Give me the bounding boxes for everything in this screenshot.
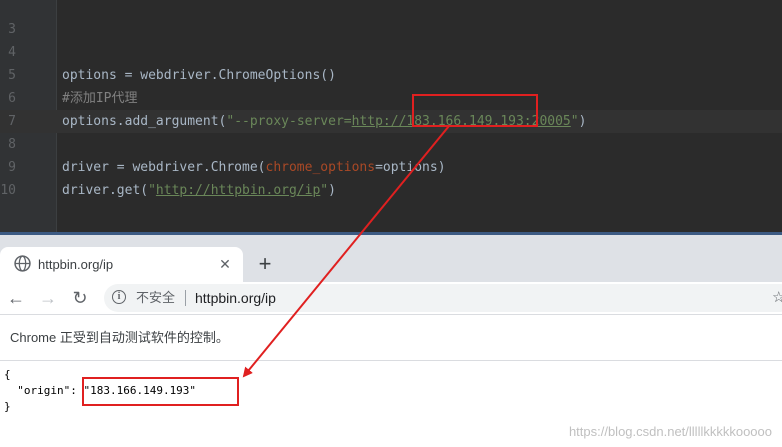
tab-title: httpbin.org/ip	[38, 257, 114, 272]
code-line[interactable]: 5 options = webdriver.ChromeOptions()	[0, 64, 782, 87]
forward-arrow-icon[interactable]: →	[36, 286, 60, 310]
code-line[interactable]: 4	[0, 41, 782, 64]
code-token: options.add_argument(	[62, 114, 227, 129]
code-text: driver = webdriver.Chrome(chrome_options…	[62, 156, 446, 179]
omnibox-divider	[185, 290, 186, 306]
line-number: 6	[8, 91, 16, 106]
code-text: #添加IP代理	[62, 87, 137, 110]
code-token: http://183.166.149.193:20005	[351, 114, 571, 129]
browser-window: httpbin.org/ip ✕ + ← → ↻ i 不安全 httpbin.o…	[0, 235, 782, 447]
code-text: options = webdriver.ChromeOptions()	[62, 64, 336, 87]
json-line: {	[4, 368, 11, 381]
code-token: )	[578, 114, 587, 129]
code-token: )	[328, 183, 336, 198]
close-tab-icon[interactable]: ✕	[216, 255, 234, 273]
code-token: =options)	[375, 160, 446, 175]
code-line[interactable]: 10 driver.get("http://httpbin.org/ip")	[0, 179, 782, 202]
line-number: 7	[8, 114, 16, 129]
automation-infobar: Chrome 正受到自动测试软件的控制。	[0, 315, 782, 361]
globe-icon	[14, 255, 31, 272]
address-bar[interactable]: i 不安全 httpbin.org/ip ☆	[104, 284, 782, 312]
code-line[interactable]: 6 #添加IP代理	[0, 87, 782, 110]
json-line: }	[4, 400, 11, 413]
info-icon[interactable]: i	[112, 290, 126, 304]
code-token: "	[320, 183, 329, 198]
code-editor[interactable]: 3 4 5 options = webdriver.ChromeOptions() 6 #…	[0, 0, 782, 235]
code-line[interactable]: 9 driver = webdriver.Chrome(chrome_option…	[0, 156, 782, 179]
line-number: 10	[0, 183, 16, 198]
infobar-message: Chrome 正受到自动测试软件的控制。	[10, 330, 229, 345]
reload-icon[interactable]: ↻	[68, 286, 92, 310]
code-line[interactable]: 8	[0, 133, 782, 156]
back-arrow-icon[interactable]: ←	[4, 286, 28, 310]
code-token: "--proxy-server=	[226, 114, 352, 129]
code-text: driver.get("http://httpbin.org/ip")	[62, 179, 336, 202]
url-text[interactable]: httpbin.org/ip	[195, 284, 276, 312]
code-line[interactable]: 3	[0, 18, 782, 41]
json-line: "origin": "183.166.149.193"	[4, 384, 197, 397]
line-number: 3	[8, 22, 16, 37]
line-number: 9	[8, 160, 16, 175]
browser-toolbar: ← → ↻ i 不安全 httpbin.org/ip ☆	[0, 282, 782, 315]
new-tab-button[interactable]: +	[254, 253, 276, 275]
line-number: 5	[8, 68, 16, 83]
code-token: http://httpbin.org/ip	[155, 183, 321, 198]
bookmark-star-icon[interactable]: ☆	[772, 284, 782, 312]
tab-strip: httpbin.org/ip ✕ +	[0, 235, 782, 282]
tab-httpbin[interactable]: httpbin.org/ip ✕	[0, 247, 243, 282]
watermark: https://blog.csdn.net/lllllkkkkkooooo	[568, 424, 772, 439]
code-token: driver.get(	[62, 183, 149, 198]
code-token: chrome_options	[265, 160, 376, 175]
line-number: 4	[8, 45, 16, 60]
json-response: { "origin": "183.166.149.193" }	[4, 367, 196, 415]
security-status[interactable]: 不安全	[136, 284, 175, 312]
code-token: driver = webdriver.Chrome(	[62, 160, 266, 175]
code-token: #添加IP代理	[62, 91, 138, 106]
line-number: 8	[8, 137, 16, 152]
code-token: "	[570, 114, 579, 129]
code-token: options = webdriver.ChromeOptions()	[62, 68, 336, 83]
code-token: "	[148, 183, 156, 198]
code-text: options.add_argument("--proxy-server=htt…	[62, 110, 586, 133]
code-line[interactable]: 7 options.add_argument("--proxy-server=ht…	[0, 110, 782, 133]
